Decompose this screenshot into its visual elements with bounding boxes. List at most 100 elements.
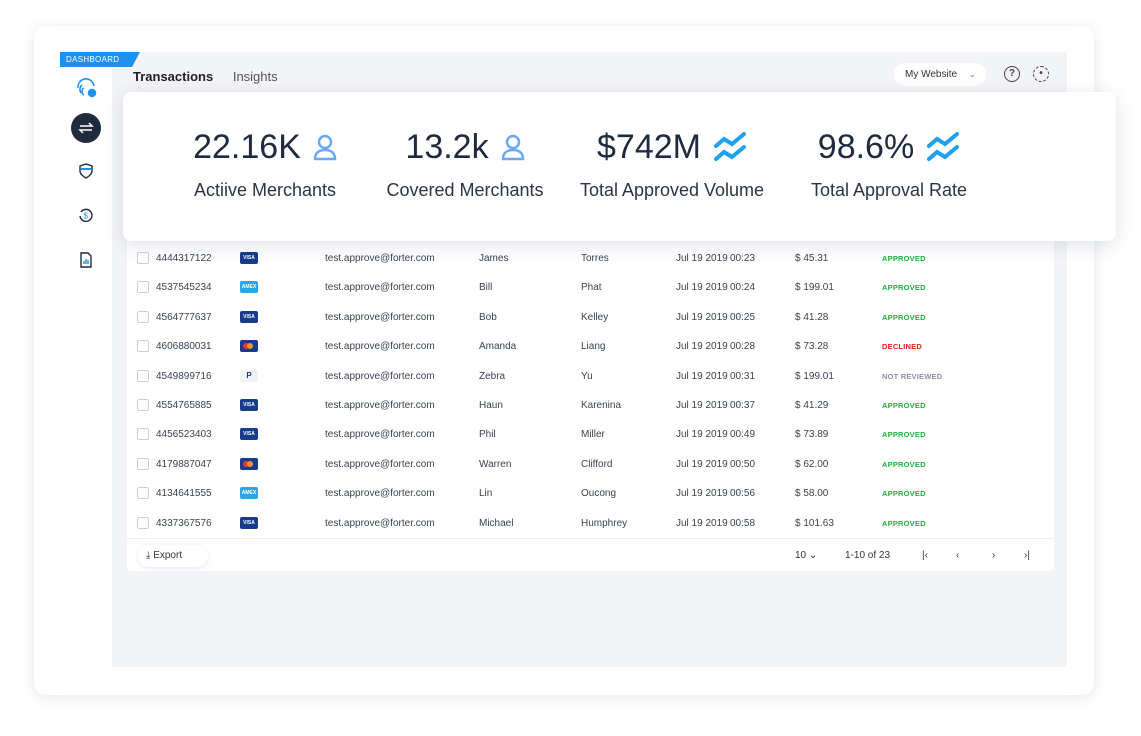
time: 00:56 bbox=[730, 488, 756, 500]
tab-transactions[interactable]: Transactions bbox=[133, 69, 213, 84]
reports-nav-icon[interactable] bbox=[72, 246, 100, 274]
table-row[interactable]: 4179887047 test.approve@forter.com Warre… bbox=[127, 450, 1054, 479]
website-selector-label: My Website bbox=[905, 69, 958, 80]
sidebar bbox=[60, 52, 112, 667]
row-checkbox[interactable] bbox=[137, 252, 149, 264]
table-footer: ⤓ Export 10 ⌄ 1-10 of 23 |‹ ‹ › ›| bbox=[127, 538, 1054, 571]
shield-nav-icon[interactable] bbox=[72, 157, 100, 185]
email: test.approve@forter.com bbox=[325, 458, 435, 470]
table-row[interactable]: 4444317122 VISA test.approve@forter.com … bbox=[127, 244, 1054, 273]
status-badge: NOT REVIEWED bbox=[882, 371, 943, 381]
time: 00:50 bbox=[730, 458, 756, 470]
last-name: Torres bbox=[581, 253, 609, 264]
date: Jul 19 2019 bbox=[676, 429, 728, 441]
row-checkbox[interactable] bbox=[137, 310, 149, 323]
refund-nav-icon[interactable]: $ bbox=[72, 201, 100, 229]
last-name: Oucong bbox=[581, 488, 617, 500]
date: Jul 19 2019 bbox=[676, 311, 728, 323]
email: test.approve@forter.com bbox=[325, 400, 435, 411]
stat-value: 13.2k bbox=[405, 127, 489, 166]
table-row[interactable]: 4537545234 AMEX test.approve@forter.com … bbox=[127, 273, 1054, 302]
last-page-button[interactable]: ›| bbox=[1024, 550, 1030, 561]
stat-active-merchants: 22.16K Actiive Merchants bbox=[185, 126, 345, 201]
first-name: Michael bbox=[479, 517, 514, 529]
status-badge: DECLINED bbox=[882, 342, 922, 352]
stats-card: 22.16K Actiive Merchants 13.2k Covered Mer… bbox=[123, 92, 1116, 241]
amount: $ 73.89 bbox=[795, 429, 829, 441]
page-size-select[interactable]: 10 ⌄ bbox=[795, 550, 817, 561]
amount: $ 199.01 bbox=[795, 282, 834, 294]
first-name: Phil bbox=[479, 429, 496, 441]
row-checkbox[interactable] bbox=[137, 369, 149, 382]
table-row[interactable]: 4549899716 P test.approve@forter.com Zeb… bbox=[127, 362, 1054, 391]
table-row[interactable]: 4564777637 VISA test.approve@forter.com … bbox=[127, 303, 1054, 332]
first-name: James bbox=[479, 253, 509, 264]
transaction-id[interactable]: 4549899716 bbox=[156, 371, 212, 382]
last-name: Phat bbox=[581, 282, 602, 294]
table-row[interactable]: 4456523403 VISA test.approve@forter.com … bbox=[127, 420, 1054, 449]
transaction-id[interactable]: 4337367576 bbox=[156, 518, 212, 529]
email: test.approve@forter.com bbox=[325, 429, 435, 441]
table-row[interactable]: 4554765885 VISA test.approve@forter.com … bbox=[127, 391, 1054, 420]
fingerprint-logo-icon bbox=[72, 73, 100, 101]
page-range: 1-10 of 23 bbox=[845, 550, 891, 561]
tab-bar: Transactions Insights bbox=[133, 69, 294, 84]
table-row[interactable]: 4134641555 AMEX test.approve@forter.com … bbox=[127, 479, 1054, 508]
amount: $ 58.00 bbox=[795, 488, 829, 500]
stat-value: 22.16K bbox=[193, 127, 301, 166]
card-type-icon: P bbox=[240, 369, 258, 382]
last-name: Kelley bbox=[581, 311, 609, 323]
card-type-icon bbox=[240, 340, 258, 353]
row-checkbox[interactable] bbox=[137, 340, 149, 353]
time: 00:49 bbox=[730, 429, 756, 441]
website-selector[interactable]: My Website ⌄ bbox=[894, 63, 986, 86]
trend-icon bbox=[927, 132, 960, 161]
transaction-id[interactable]: 4564777637 bbox=[156, 312, 212, 323]
row-checkbox[interactable] bbox=[137, 281, 149, 294]
first-name: Bob bbox=[479, 311, 497, 323]
transactions-table: 4444317122 VISA test.approve@forter.com … bbox=[127, 235, 1054, 571]
download-icon: ⤓ bbox=[146, 550, 151, 561]
card-type-icon: VISA bbox=[240, 399, 258, 411]
card-type-icon: VISA bbox=[240, 428, 258, 441]
trend-icon bbox=[713, 132, 746, 161]
card-type-icon bbox=[240, 457, 258, 470]
table-row[interactable]: 4337367576 VISA test.approve@forter.com … bbox=[127, 509, 1054, 538]
transaction-id[interactable]: 4444317122 bbox=[156, 253, 212, 264]
prev-page-button[interactable]: ‹ bbox=[956, 550, 959, 561]
transaction-id[interactable]: 4179887047 bbox=[156, 459, 212, 470]
amount: $ 41.29 bbox=[795, 400, 829, 411]
status-badge: APPROVED bbox=[882, 459, 926, 469]
time: 00:37 bbox=[730, 400, 756, 411]
first-name: Amanda bbox=[479, 341, 517, 353]
transaction-id[interactable]: 4537545234 bbox=[156, 282, 212, 293]
transaction-id[interactable]: 4606880031 bbox=[156, 341, 212, 352]
gear-icon[interactable]: • bbox=[1033, 66, 1049, 82]
page-size-value: 10 bbox=[795, 550, 807, 561]
dashboard-badge[interactable]: DASHBOARD bbox=[60, 52, 140, 67]
transaction-id[interactable]: 4134641555 bbox=[156, 488, 212, 499]
time: 00:28 bbox=[730, 341, 756, 353]
tab-insights[interactable]: Insights bbox=[233, 69, 278, 84]
row-checkbox[interactable] bbox=[137, 457, 149, 470]
help-icon[interactable]: ? bbox=[1004, 66, 1020, 82]
next-page-button[interactable]: › bbox=[992, 550, 995, 561]
row-checkbox[interactable] bbox=[137, 399, 149, 411]
amount: $ 199.01 bbox=[795, 370, 834, 382]
row-checkbox[interactable] bbox=[137, 516, 149, 529]
transactions-nav-icon[interactable] bbox=[71, 113, 101, 143]
first-page-button[interactable]: |‹ bbox=[922, 550, 928, 561]
status-badge: APPROVED bbox=[882, 430, 926, 440]
time: 00:23 bbox=[730, 253, 756, 264]
chevron-down-icon: ⌄ bbox=[968, 69, 976, 79]
row-checkbox[interactable] bbox=[137, 428, 149, 441]
export-button[interactable]: ⤓ Export bbox=[138, 545, 208, 567]
table-row[interactable]: 4606880031 test.approve@forter.com Amand… bbox=[127, 332, 1054, 361]
transaction-id[interactable]: 4554765885 bbox=[156, 400, 212, 411]
stat-label: Total Approved Volume bbox=[579, 180, 765, 200]
transaction-id[interactable]: 4456523403 bbox=[156, 429, 212, 440]
row-checkbox[interactable] bbox=[137, 487, 149, 500]
stat-total-approval-rate: 98.6% Total Approval Rate bbox=[807, 126, 971, 201]
first-name: Lin bbox=[479, 488, 493, 500]
date: Jul 19 2019 bbox=[676, 370, 728, 382]
